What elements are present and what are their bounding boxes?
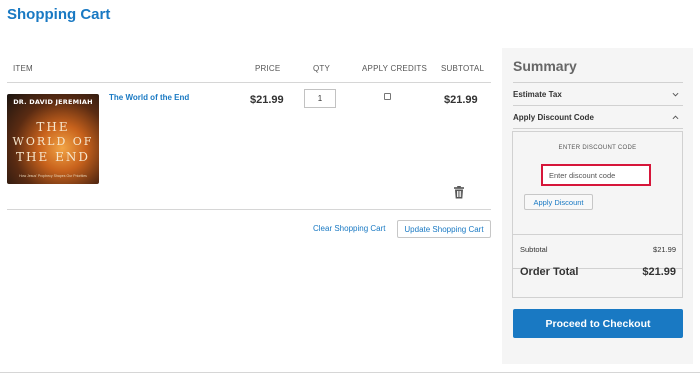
chevron-down-icon bbox=[672, 92, 679, 97]
apply-discount-button[interactable]: Apply Discount bbox=[524, 194, 593, 210]
product-name-link[interactable]: The World of the End bbox=[109, 93, 189, 102]
divider bbox=[513, 234, 682, 235]
summary-title: Summary bbox=[513, 58, 577, 74]
clear-cart-link[interactable]: Clear Shopping Cart bbox=[313, 224, 385, 233]
subtotal-label: Subtotal bbox=[520, 245, 548, 254]
column-header-price: PRICE bbox=[255, 64, 281, 73]
item-subtotal: $21.99 bbox=[444, 94, 478, 106]
column-header-qty: QTY bbox=[313, 64, 331, 73]
row-divider bbox=[7, 209, 491, 210]
cover-tagline: How Jesus' Prophecy Shapes Our Prioritie… bbox=[19, 174, 87, 178]
update-cart-button[interactable]: Update Shopping Cart bbox=[397, 220, 491, 238]
column-header-subtotal: SUBTOTAL bbox=[441, 64, 485, 73]
discount-code-input[interactable] bbox=[541, 164, 651, 186]
cover-title-line: THE END bbox=[16, 150, 90, 164]
chevron-up-icon bbox=[672, 115, 679, 120]
quantity-input[interactable] bbox=[304, 89, 336, 108]
trash-icon[interactable] bbox=[453, 186, 465, 199]
apply-credits-checkbox[interactable] bbox=[384, 93, 391, 100]
page: Shopping Cart ITEM PRICE QTY APPLY CREDI… bbox=[0, 0, 700, 375]
estimate-tax-toggle[interactable]: Estimate Tax bbox=[513, 90, 683, 99]
footer-divider bbox=[0, 372, 700, 373]
estimate-tax-label: Estimate Tax bbox=[513, 90, 562, 99]
item-price: $21.99 bbox=[250, 94, 284, 106]
apply-discount-toggle[interactable]: Apply Discount Code bbox=[513, 113, 683, 122]
order-total-value: $21.99 bbox=[642, 266, 676, 278]
column-header-apply-credits: APPLY CREDITS bbox=[362, 64, 427, 73]
order-total-label: Order Total bbox=[520, 266, 579, 278]
order-totals: Subtotal $21.99 Order Total $21.99 bbox=[512, 234, 683, 298]
header-divider bbox=[7, 82, 491, 83]
divider bbox=[513, 82, 683, 83]
page-title: Shopping Cart bbox=[7, 6, 111, 23]
subtotal-value: $21.99 bbox=[653, 245, 676, 254]
summary-panel: Summary Estimate Tax Apply Discount Code… bbox=[502, 48, 693, 364]
divider bbox=[513, 105, 683, 106]
cover-title-line: WORLD OF bbox=[12, 135, 94, 148]
column-header-item: ITEM bbox=[13, 64, 33, 73]
proceed-to-checkout-button[interactable]: Proceed to Checkout bbox=[513, 309, 683, 338]
cover-author: DR. DAVID JEREMIAH bbox=[13, 98, 93, 106]
product-thumbnail[interactable]: DR. DAVID JEREMIAH THE WORLD OF THE END … bbox=[7, 94, 99, 184]
divider bbox=[513, 128, 683, 129]
discount-code-label: ENTER DISCOUNT CODE bbox=[558, 145, 637, 151]
cover-title-line: THE bbox=[36, 120, 70, 134]
apply-discount-label: Apply Discount Code bbox=[513, 113, 594, 122]
